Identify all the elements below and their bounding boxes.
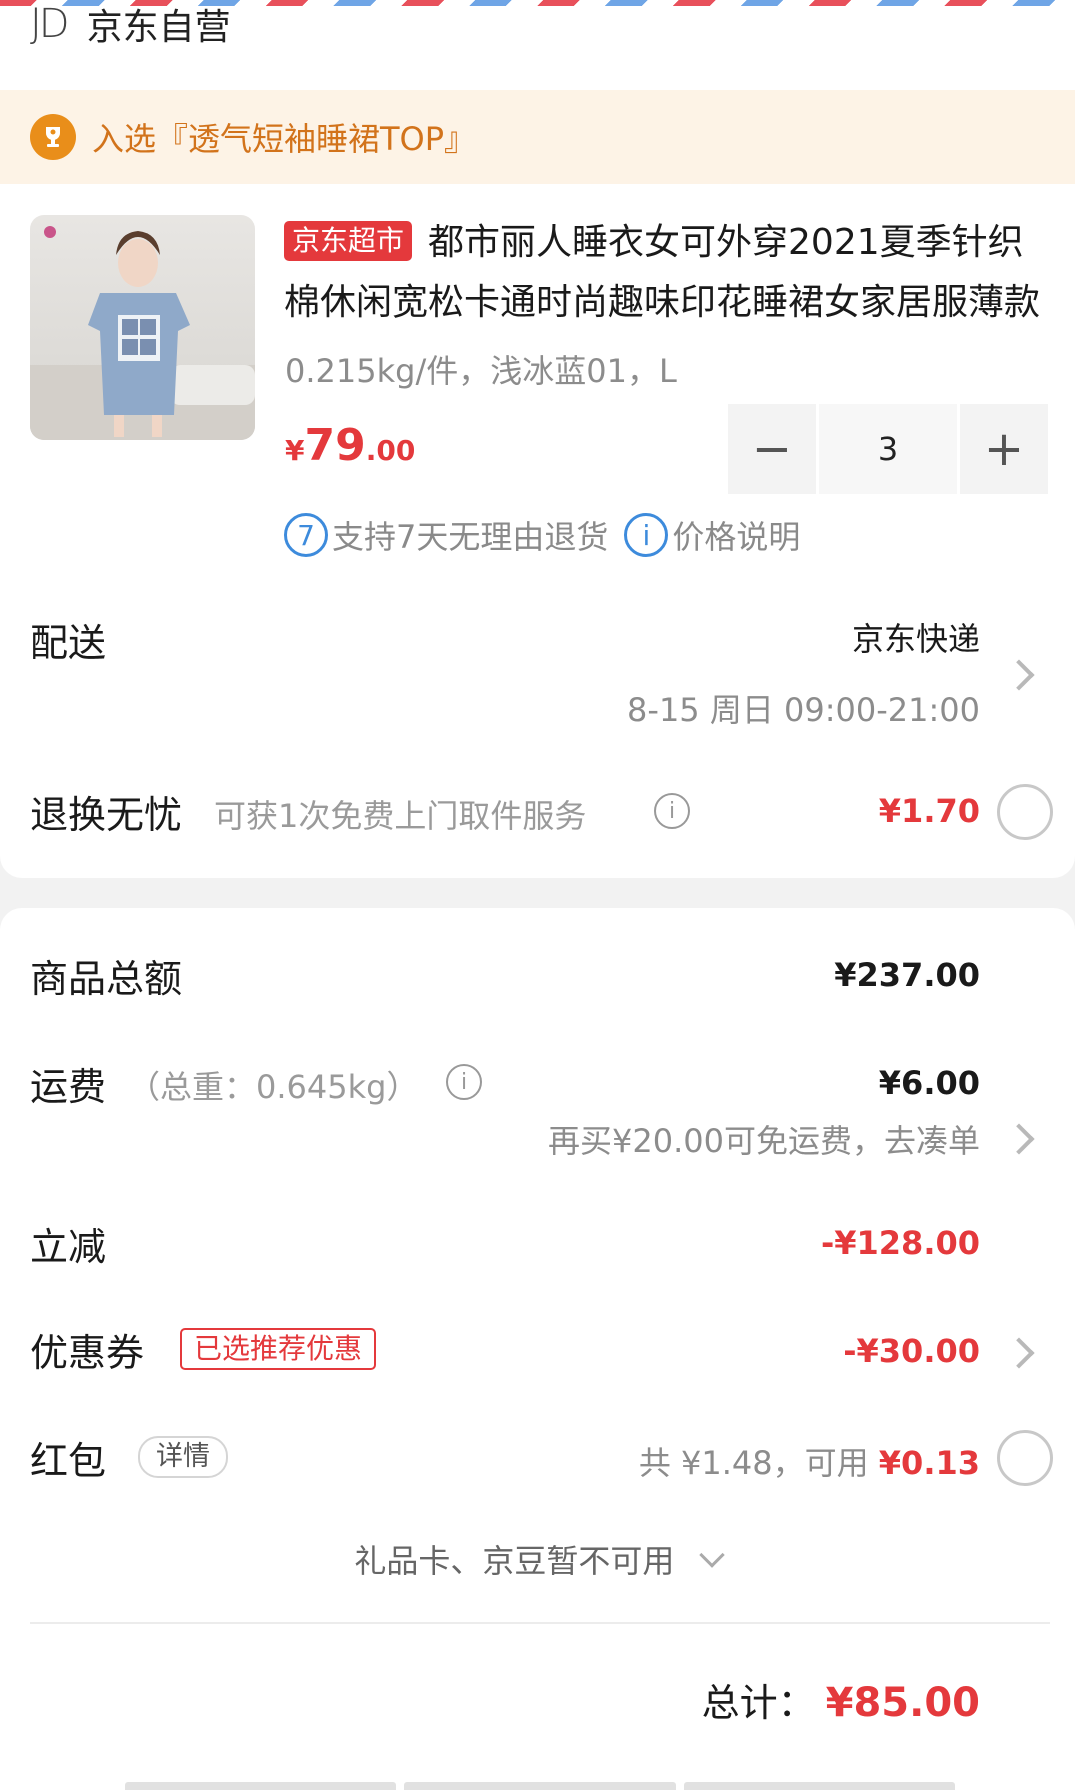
seven-day-return-icon: 7 — [284, 513, 328, 557]
delivery-carrier[interactable]: 京东快递 — [852, 614, 980, 660]
coupon-chevron-right-icon[interactable] — [1003, 1337, 1035, 1369]
free-shipping-tip[interactable]: 再买¥20.00可免运费，去凑单 — [548, 1116, 980, 1162]
shipping-value: ¥6.00 — [878, 1064, 980, 1102]
shipping-info-icon[interactable]: i — [446, 1064, 482, 1100]
giftcard-row[interactable]: 礼品卡、京豆暂不可用 — [0, 1536, 1075, 1582]
quantity-stepper: − 3 + — [728, 404, 1048, 494]
price-integer: 79 — [304, 420, 366, 471]
delivery-chevron-right-icon[interactable] — [1003, 659, 1035, 691]
quantity-value[interactable]: 3 — [819, 404, 957, 494]
info-icon: i — [624, 513, 669, 557]
shipping-weight: （总重：0.645kg） — [128, 1068, 419, 1106]
coupon-value[interactable]: -¥30.00 — [843, 1332, 980, 1370]
redpacket-amounts: 共 ¥1.48，可用 ¥0.13 — [639, 1438, 980, 1484]
order-confirm-page: JD 京东自营 入选『透气短袖睡裙TOP』 京东超市 都市丽人睡衣女可外穿202… — [0, 0, 1075, 1790]
supermarket-tag: 京东超市 — [284, 221, 413, 261]
bottom-bar-hint — [125, 1782, 955, 1790]
redpacket-total: 共 ¥1.48，可用 — [638, 1444, 879, 1482]
total-label: 总计： — [701, 1681, 816, 1725]
product-price: ¥ 79 .00 — [285, 420, 415, 471]
coupon-selected-tag: 已选推荐优惠 — [180, 1328, 377, 1370]
price-decimal: .00 — [365, 434, 416, 467]
total-value: ¥85.00 — [825, 1680, 980, 1726]
product-card: JD 京东自营 入选『透气短袖睡裙TOP』 京东超市 都市丽人睡衣女可外穿202… — [0, 0, 1075, 878]
redpacket-label: 红包 — [30, 1439, 107, 1483]
trophy-icon — [30, 114, 76, 160]
jd-logo: JD — [30, 1, 70, 47]
goods-total-value: ¥237.00 — [834, 956, 980, 994]
decrease-button[interactable]: − — [728, 404, 816, 494]
delivery-time[interactable]: 8-15 周日 09:00-21:00 — [627, 685, 980, 731]
price-note-link[interactable]: 价格说明 — [672, 512, 800, 558]
shipping-chevron-right-icon[interactable] — [1003, 1123, 1035, 1155]
chevron-down-icon — [698, 1542, 725, 1568]
redpacket-detail-button[interactable]: 详情 — [138, 1436, 228, 1478]
goods-total-label: 商品总额 — [30, 957, 183, 1001]
return-service-radio[interactable] — [997, 784, 1053, 840]
shop-name: 京东自营 — [86, 7, 231, 48]
product-spec[interactable]: 0.215kg/件，浅冰蓝01，L — [285, 346, 677, 392]
delivery-label: 配送 — [30, 621, 107, 665]
ranking-banner[interactable]: 入选『透气短袖睡裙TOP』 — [0, 90, 1075, 184]
giftcard-note: 礼品卡、京豆暂不可用 — [354, 1542, 675, 1580]
redpacket-usable: ¥0.13 — [878, 1444, 980, 1482]
summary-divider — [30, 1622, 1050, 1624]
discount-value: -¥128.00 — [820, 1224, 980, 1262]
return-service-desc: 可获1次免费上门取件服务 — [214, 797, 587, 835]
increase-button[interactable]: + — [960, 404, 1048, 494]
banner-text: 入选『透气短袖睡裙TOP』 — [92, 120, 477, 158]
return-policy-text[interactable]: 支持7天无理由退货 — [332, 512, 608, 558]
return-service-label: 退换无忧 — [30, 793, 183, 837]
order-total: 总计： ¥85.00 — [702, 1672, 980, 1727]
return-info-icon[interactable]: i — [654, 793, 690, 829]
redpacket-radio[interactable] — [997, 1430, 1053, 1486]
return-service-price: ¥1.70 — [878, 792, 980, 830]
price-currency: ¥ — [285, 434, 305, 467]
service-row: 7 支持7天无理由退货 i 价格说明 — [284, 512, 800, 558]
product-image[interactable] — [30, 215, 255, 440]
shipping-label: 运费 — [30, 1065, 107, 1109]
product-title-block[interactable]: 京东超市 都市丽人睡衣女可外穿2021夏季针织棉休闲宽松卡通时尚趣味印花睡裙女家居… — [284, 213, 1044, 333]
coupon-label: 优惠券 — [30, 1331, 145, 1375]
price-summary-card: 商品总额 ¥237.00 运费 （总重：0.645kg） i ¥6.00 再买¥… — [0, 908, 1075, 1790]
shop-header[interactable]: JD 京东自营 — [30, 1, 231, 48]
discount-label: 立减 — [30, 1225, 107, 1269]
